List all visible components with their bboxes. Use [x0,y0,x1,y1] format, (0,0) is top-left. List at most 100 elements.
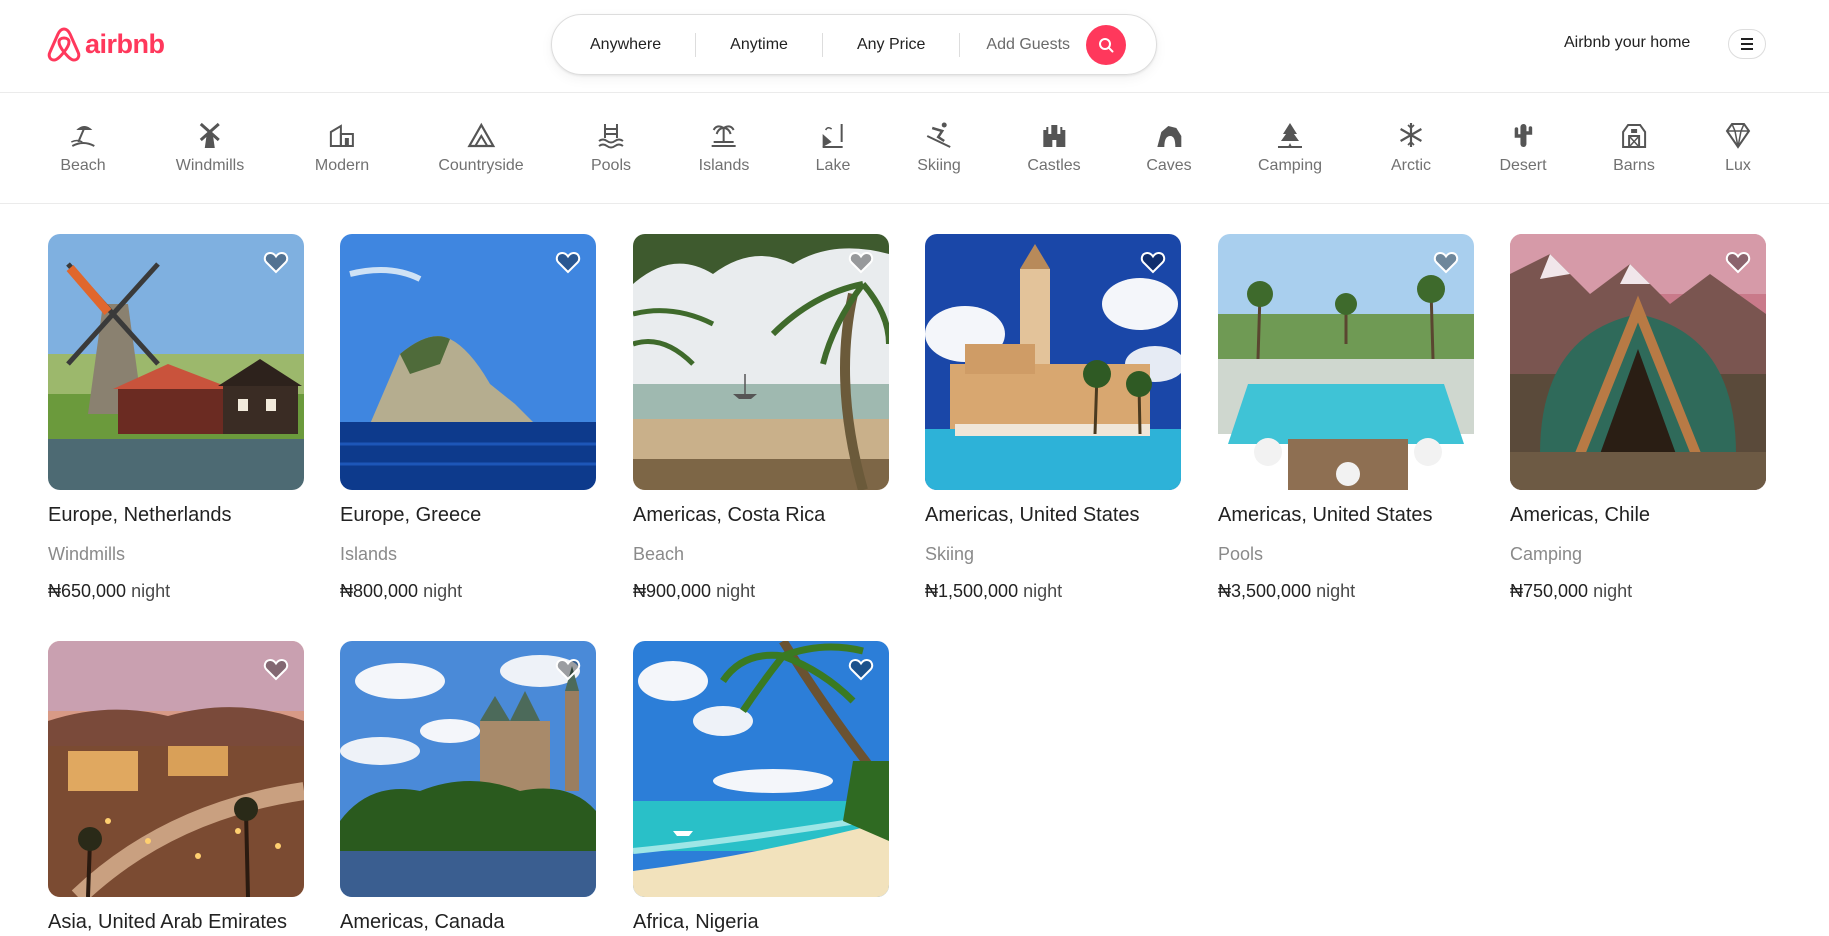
listing-location: Americas, United States [925,504,1140,526]
category-label: Islands [698,157,750,174]
listing-category: Camping [1510,544,1583,564]
listing-category: Windmills [48,544,126,564]
category-label: Pools [590,157,632,174]
listing-card[interactable]: Europe, Netherlands Windmills ₦650,000 n… [48,234,304,602]
price-unit: night [1593,581,1633,601]
price-value: ₦1,500,000 [925,581,1019,601]
price-value: ₦650,000 [48,581,127,601]
heart-icon[interactable] [1724,248,1752,276]
listing-location: Americas, Chile [1510,504,1651,526]
category-label: Skiing [917,157,961,174]
heart-icon[interactable] [554,248,582,276]
windmill-icon [199,122,220,148]
category-castles[interactable]: Castles [1027,120,1081,175]
category-caves[interactable]: Caves [1146,120,1192,175]
listing-price: ₦750,000 night [1510,581,1766,602]
listing-photo[interactable] [48,641,304,897]
menu-button[interactable] [1728,29,1766,59]
listing-card[interactable]: Americas, Canada [340,641,596,934]
category-beach[interactable]: Beach [60,120,106,175]
search-bar[interactable]: Anywhere Anytime Any Price Add Guests [551,14,1157,75]
hamburger-menu-icon [1741,38,1753,50]
price-value: ₦3,500,000 [1218,581,1312,601]
island-icon [711,125,736,147]
diamond-icon [1725,123,1751,149]
cactus-icon [1514,124,1532,147]
snowflake-icon [1400,123,1422,147]
price-value: ₦800,000 [340,581,419,601]
category-windmills[interactable]: Windmills [176,120,244,175]
category-countryside[interactable]: Countryside [438,120,524,175]
cave-icon [1156,126,1181,147]
category-label: Countryside [438,157,524,174]
price-unit: night [716,581,756,601]
listing-card[interactable]: Asia, United Arab Emirates [48,641,304,934]
search-where[interactable]: Anywhere [556,36,695,54]
category-pools[interactable]: Pools [591,120,631,175]
skiing-icon [926,122,951,148]
barn-icon [1621,124,1646,148]
search-when[interactable]: Anytime [696,36,822,54]
camping-icon [1278,123,1302,148]
listing-photo[interactable] [633,234,889,490]
category-camping[interactable]: Camping [1258,120,1322,175]
category-arctic[interactable]: Arctic [1391,120,1431,175]
listing-category: Islands [340,544,398,564]
category-islands[interactable]: Islands [698,120,750,175]
search-button[interactable] [1086,24,1127,65]
heart-icon[interactable] [847,655,875,683]
listing-location: Americas, United States [1218,504,1433,526]
heart-icon[interactable] [554,655,582,683]
price-unit: night [1316,581,1356,601]
lake-icon [822,124,843,148]
listing-card[interactable]: Americas, United States Pools ₦3,500,000… [1218,234,1474,602]
listing-card[interactable]: Americas, United States Skiing ₦1,500,00… [925,234,1181,602]
category-lux[interactable]: Lux [1723,120,1753,175]
modern-house-icon [330,124,354,147]
category-desert[interactable]: Desert [1499,120,1547,175]
castle-icon [1042,125,1065,147]
listing-location: Americas, Canada [340,911,505,933]
category-lake[interactable]: Lake [816,120,850,175]
price-value: ₦900,000 [633,581,712,601]
listing-photo[interactable] [1218,234,1474,490]
search-guests[interactable]: Add Guests [960,36,1080,54]
heart-icon[interactable] [847,248,875,276]
listing-category: Pools [1218,544,1264,564]
listing-category: Beach [633,544,685,564]
listing-location: Europe, Netherlands [48,504,232,526]
listing-photo[interactable] [1510,234,1766,490]
listing-price: ₦650,000 night [48,581,304,602]
listing-photo[interactable] [340,234,596,490]
category-skiing[interactable]: Skiing [917,120,961,175]
heart-icon[interactable] [262,655,290,683]
listing-photo[interactable] [48,234,304,490]
airbnb-logo[interactable]: airbnb [47,25,165,63]
search-icon [1099,37,1114,52]
category-label: Caves [1146,157,1192,174]
search-price[interactable]: Any Price [823,36,959,54]
listing-photo[interactable] [340,641,596,897]
listing-card[interactable]: Americas, Chile Camping ₦750,000 night [1510,234,1766,602]
category-label: Barns [1613,157,1655,174]
listing-photo[interactable] [925,234,1181,490]
listing-price: ₦900,000 night [633,581,889,602]
listing-location: Asia, United Arab Emirates [48,911,287,933]
top-header: airbnb Anywhere Anytime Any Price Add Gu… [0,0,1829,93]
category-modern[interactable]: Modern [315,120,369,175]
price-value: ₦750,000 [1510,581,1589,601]
category-barns[interactable]: Barns [1613,120,1655,175]
category-label: Modern [314,157,370,174]
listing-location: Europe, Greece [340,504,482,526]
airbnb-your-home-link[interactable]: Airbnb your home [1564,34,1690,52]
heart-icon[interactable] [1139,248,1167,276]
listing-photo[interactable] [633,641,889,897]
category-label: Beach [60,157,106,174]
heart-icon[interactable] [1432,248,1460,276]
listing-location: Americas, Costa Rica [633,504,826,526]
listing-card[interactable]: Europe, Greece Islands ₦800,000 night [340,234,596,602]
airbnb-logo-icon [47,27,81,62]
heart-icon[interactable] [262,248,290,276]
listing-card[interactable]: Africa, Nigeria [633,641,889,934]
listing-card[interactable]: Americas, Costa Rica Beach ₦900,000 nigh… [633,234,889,602]
